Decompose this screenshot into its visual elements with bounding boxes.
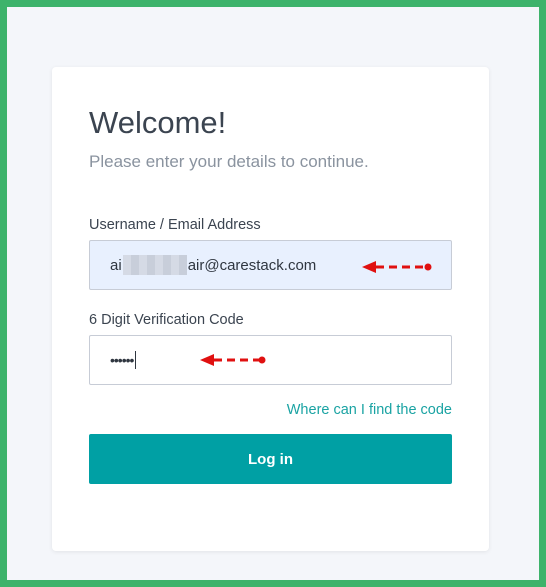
page-title: Welcome! <box>89 105 227 140</box>
verification-code-label: 6 Digit Verification Code <box>89 312 244 328</box>
login-card: Welcome! Please enter your details to co… <box>52 67 489 551</box>
text-caret <box>135 351 137 369</box>
username-value-suffix: air@carestack.com <box>187 256 317 274</box>
red-dashed-arrow-icon <box>362 261 432 273</box>
username-value-prefix: ai <box>110 256 122 274</box>
redacted-region <box>122 255 187 275</box>
username-value: ai air@carestack.com <box>110 255 316 275</box>
red-dashed-arrow-icon <box>200 354 266 366</box>
login-button[interactable]: Log in <box>89 434 452 484</box>
verification-code-input[interactable]: •••••• <box>89 335 452 385</box>
username-label: Username / Email Address <box>89 217 261 233</box>
verification-code-value: •••••• <box>110 352 134 368</box>
find-code-link[interactable]: Where can I find the code <box>287 401 452 419</box>
page-subtitle: Please enter your details to continue. <box>89 152 369 171</box>
